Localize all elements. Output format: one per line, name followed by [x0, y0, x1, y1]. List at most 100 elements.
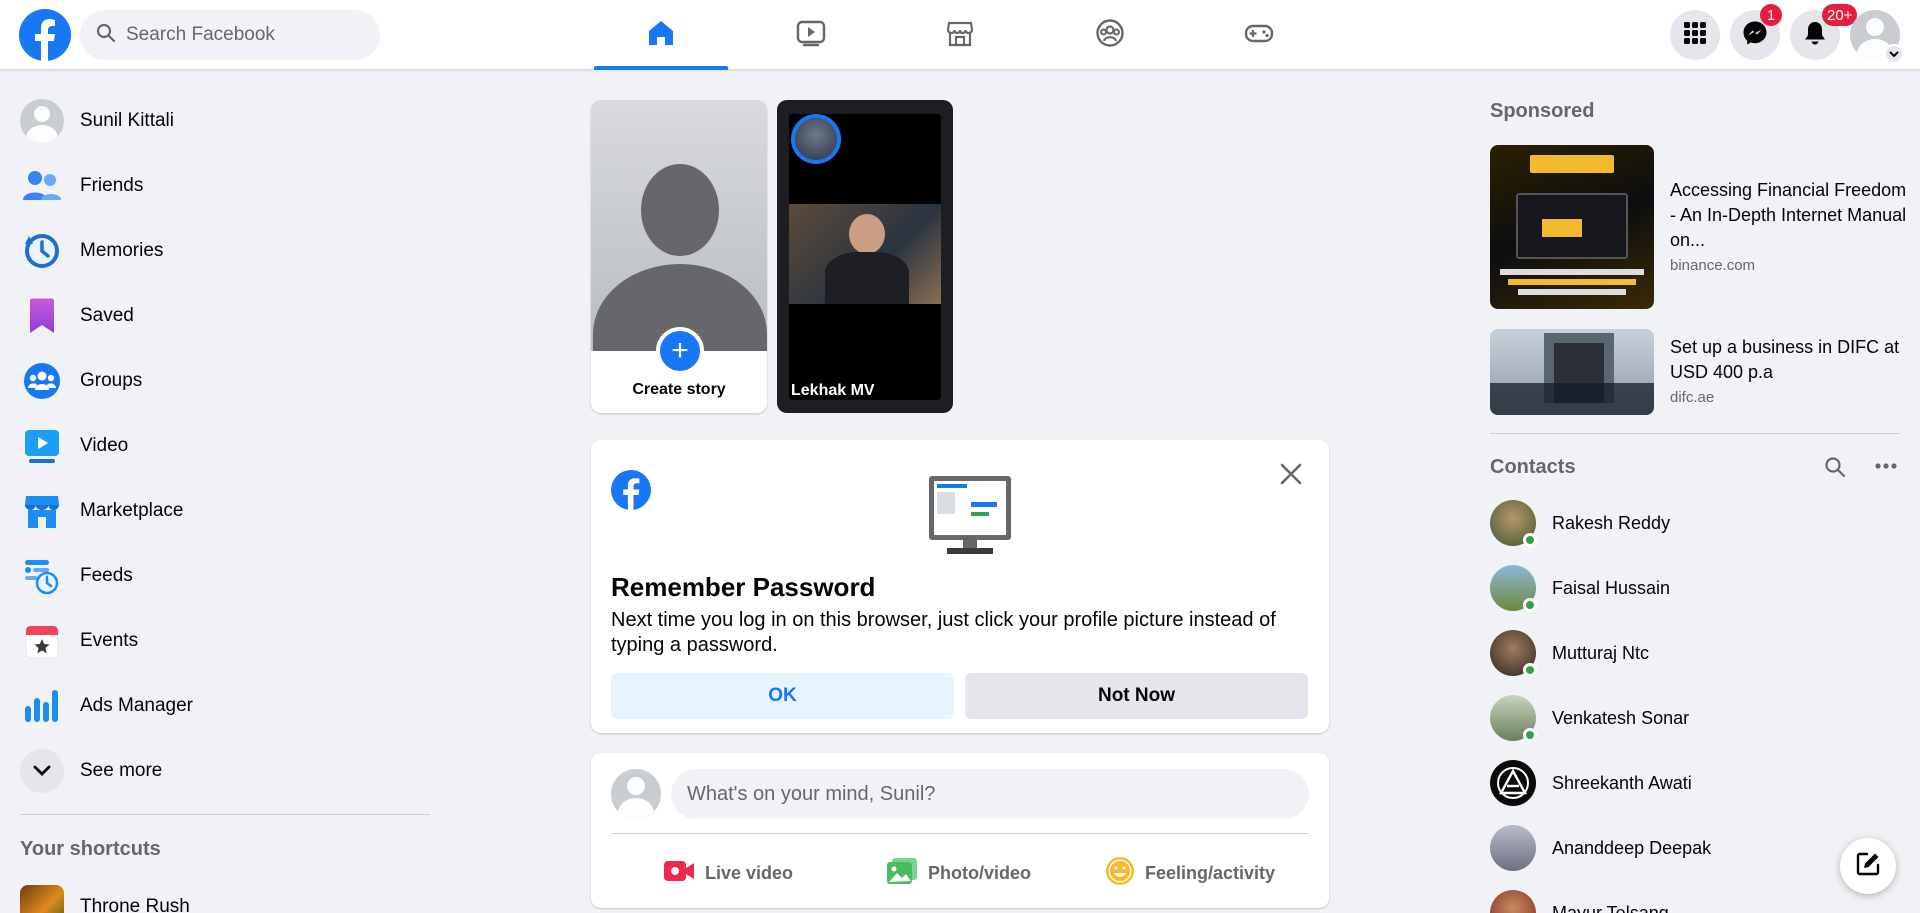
video-icon	[20, 424, 64, 468]
sidebar-item-profile[interactable]: Sunil Kittali	[10, 92, 430, 150]
contacts-search-icon[interactable]	[1824, 456, 1846, 483]
contact-name: Venkatesh Sonar	[1552, 707, 1690, 728]
sidebar-item-saved[interactable]: Saved	[10, 287, 430, 345]
sidebar-item-label: See more	[80, 760, 163, 781]
online-indicator	[1523, 728, 1537, 742]
sidebar-divider	[20, 814, 430, 815]
shortcut-item[interactable]: Throne Rush	[10, 878, 430, 913]
sidebar-item-see-more[interactable]: See more	[10, 742, 430, 800]
live-video-label: Live video	[705, 862, 794, 883]
shortcuts-title: Your shortcuts	[20, 838, 161, 860]
photo-video-label: Photo/video	[928, 862, 1031, 883]
messenger-button[interactable]: 1	[1730, 4, 1782, 60]
bell-icon	[1803, 20, 1827, 51]
contact-item[interactable]: Mayur Telsang	[1482, 885, 1902, 913]
composer-avatar[interactable]	[611, 769, 661, 819]
shortcut-label: Throne Rush	[80, 896, 190, 913]
story-card[interactable]: Lekhak MV	[777, 100, 953, 413]
sidebar-item-ads-manager[interactable]: Ads Manager	[10, 677, 430, 735]
sidebar-item-feeds[interactable]: Feeds	[10, 547, 430, 605]
binance-ad-image	[1490, 145, 1654, 309]
contact-item[interactable]: Faisal Hussain	[1482, 560, 1902, 616]
search-icon	[96, 23, 116, 48]
saved-icon	[20, 294, 64, 338]
contact-name: Faisal Hussain	[1552, 577, 1671, 598]
ok-button[interactable]: OK	[611, 673, 954, 719]
tab-groups[interactable]	[1043, 0, 1177, 70]
photo-video-button[interactable]: Photo/video	[886, 853, 1031, 893]
contact-item[interactable]: Shreekanth Awati	[1482, 755, 1902, 811]
ad-title: Accessing Financial Freedom - An In-Dept…	[1670, 180, 1907, 250]
contact-avatar	[1490, 695, 1537, 742]
home-icon	[646, 18, 676, 53]
sidebar-item-label: Memories	[80, 240, 164, 261]
contact-avatar	[1490, 565, 1537, 612]
sidebar-item-memories[interactable]: Memories	[10, 222, 430, 280]
account-chevron-icon[interactable]	[1884, 44, 1904, 64]
contact-name: Mayur Telsang	[1552, 902, 1669, 913]
live-video-button[interactable]: Live video	[663, 853, 793, 893]
tab-video[interactable]	[744, 0, 878, 70]
feeling-activity-button[interactable]: Feeling/activity	[1105, 853, 1275, 893]
contact-name: Mutturaj Ntc	[1552, 642, 1650, 663]
add-story-plus-icon[interactable]: +	[656, 327, 704, 375]
contact-item[interactable]: Venkatesh Sonar	[1482, 690, 1902, 746]
ad-domain: difc.ae	[1670, 389, 1715, 406]
not-now-button[interactable]: Not Now	[965, 673, 1308, 719]
sidebar-item-label: Marketplace	[80, 500, 184, 521]
menu-button[interactable]	[1670, 10, 1720, 60]
sponsored-title: Sponsored	[1490, 100, 1595, 122]
sidebar-item-label: Sunil Kittali	[80, 110, 174, 131]
sidebar-item-label: Events	[80, 630, 139, 651]
sidebar-item-label: Feeds	[80, 565, 133, 586]
search-bar[interactable]	[80, 10, 380, 60]
contact-item[interactable]: Mutturaj Ntc	[1482, 625, 1902, 681]
close-icon[interactable]	[1273, 456, 1309, 492]
sidebar-item-friends[interactable]: Friends	[10, 157, 430, 215]
grid-menu-icon	[1683, 21, 1707, 50]
tab-home[interactable]	[594, 0, 728, 70]
online-indicator	[1523, 598, 1537, 612]
create-story-avatar	[591, 100, 767, 351]
composer-input[interactable]: What's on your mind, Sunil?	[671, 769, 1309, 819]
create-story-label: Create story	[632, 381, 726, 398]
create-story-card[interactable]: + Create story	[591, 100, 767, 413]
contact-name: Rakesh Reddy	[1552, 512, 1671, 533]
compose-icon	[1855, 851, 1881, 882]
search-input[interactable]	[126, 24, 356, 46]
remember-password-card: Remember Password Next time you log in o…	[591, 440, 1329, 733]
contact-avatar	[1490, 825, 1536, 871]
contact-item[interactable]: Rakesh Reddy	[1482, 495, 1902, 551]
messenger-badge: 1	[1760, 4, 1782, 26]
live-video-icon	[663, 859, 695, 888]
events-icon	[20, 619, 64, 663]
contact-avatar	[1490, 760, 1536, 806]
sidebar-item-label: Groups	[80, 370, 143, 391]
sidebar-item-label: Saved	[80, 305, 134, 326]
feeling-icon	[1105, 856, 1135, 891]
new-message-button[interactable]	[1840, 838, 1896, 894]
story-author-name: Lekhak MV	[791, 382, 875, 399]
memories-icon	[20, 229, 64, 273]
online-indicator	[1523, 533, 1537, 547]
notifications-button[interactable]: 20+	[1790, 4, 1858, 60]
sidebar-item-groups[interactable]: Groups	[10, 352, 430, 410]
more-options-icon[interactable]	[1874, 458, 1898, 479]
sponsored-ad[interactable]: Accessing Financial Freedom - An In-Dept…	[1490, 145, 1910, 311]
sidebar-item-label: Ads Manager	[80, 695, 194, 716]
sidebar-item-events[interactable]: Events	[10, 612, 430, 670]
tab-marketplace[interactable]	[893, 0, 1027, 70]
friends-icon	[20, 164, 64, 208]
throne-rush-thumbnail	[20, 885, 64, 913]
groups-icon	[20, 359, 64, 403]
facebook-logo[interactable]	[19, 9, 71, 61]
sidebar-item-marketplace[interactable]: Marketplace	[10, 482, 430, 540]
sidebar-item-video[interactable]: Video	[10, 417, 430, 475]
sidebar-item-label: Video	[80, 435, 129, 456]
facebook-logo-small	[611, 470, 651, 515]
difc-ad-image	[1490, 329, 1654, 415]
contact-item[interactable]: Ananddeep Deepak	[1482, 820, 1902, 876]
feeds-icon	[20, 554, 64, 598]
monitor-illustration-icon	[927, 474, 1013, 563]
tab-gaming[interactable]	[1192, 0, 1326, 70]
